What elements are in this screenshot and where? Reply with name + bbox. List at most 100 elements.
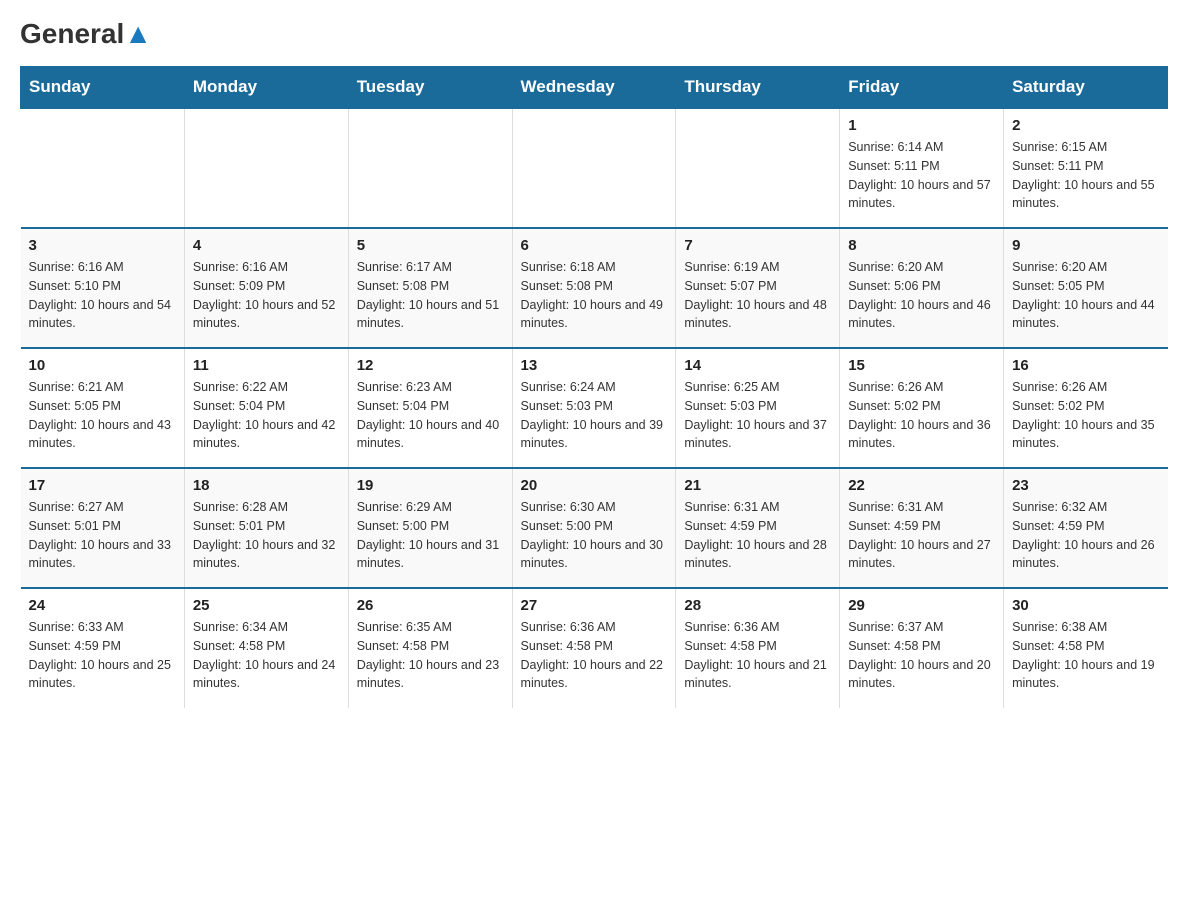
calendar-cell: 27Sunrise: 6:36 AMSunset: 4:58 PMDayligh… bbox=[512, 588, 676, 708]
day-info: Sunrise: 6:18 AMSunset: 5:08 PMDaylight:… bbox=[521, 258, 668, 333]
day-info: Sunrise: 6:30 AMSunset: 5:00 PMDaylight:… bbox=[521, 498, 668, 573]
calendar-cell: 15 Sunrise: 6:26 AMSunset: 5:02 PMDayligh… bbox=[840, 348, 1004, 468]
day-number: 21 bbox=[684, 477, 831, 494]
calendar-cell: 21 Sunrise: 6:31 AMSunset: 4:59 PMDayligh… bbox=[676, 468, 840, 588]
calendar-cell: 20 Sunrise: 6:30 AMSunset: 5:00 PMDayligh… bbox=[512, 468, 676, 588]
day-info: Sunrise: 6:19 AMSunset: 5:07 PMDaylight:… bbox=[684, 258, 831, 333]
calendar-cell: 22 Sunrise: 6:31 AMSunset: 4:59 PMDayligh… bbox=[840, 468, 1004, 588]
calendar-cell bbox=[21, 108, 185, 228]
day-info: Sunrise: 6:29 AMSunset: 5:00 PMDaylight:… bbox=[357, 498, 504, 573]
weekday-header-sunday: Sunday bbox=[21, 67, 185, 109]
day-number: 4 bbox=[193, 237, 340, 254]
calendar-cell: 2 Sunrise: 6:15 AMSunset: 5:11 PMDaylight… bbox=[1004, 108, 1168, 228]
calendar-cell: 11 Sunrise: 6:22 AMSunset: 5:04 PMDayligh… bbox=[184, 348, 348, 468]
week-row-3: 10 Sunrise: 6:21 AMSunset: 5:05 PMDayligh… bbox=[21, 348, 1168, 468]
calendar-cell: 18 Sunrise: 6:28 AMSunset: 5:01 PMDayligh… bbox=[184, 468, 348, 588]
calendar-cell: 12 Sunrise: 6:23 AMSunset: 5:04 PMDayligh… bbox=[348, 348, 512, 468]
day-number: 16 bbox=[1012, 357, 1159, 374]
calendar-cell: 10 Sunrise: 6:21 AMSunset: 5:05 PMDayligh… bbox=[21, 348, 185, 468]
calendar-cell bbox=[184, 108, 348, 228]
week-row-5: 24 Sunrise: 6:33 AMSunset: 4:59 PMDayligh… bbox=[21, 588, 1168, 708]
calendar-cell: 8 Sunrise: 6:20 AMSunset: 5:06 PMDaylight… bbox=[840, 228, 1004, 348]
calendar-cell bbox=[676, 108, 840, 228]
day-info: Sunrise: 6:33 AMSunset: 4:59 PMDaylight:… bbox=[29, 618, 176, 693]
day-info: Sunrise: 6:16 AMSunset: 5:09 PMDaylight:… bbox=[193, 258, 340, 333]
day-number: 9 bbox=[1012, 237, 1159, 254]
day-info: Sunrise: 6:21 AMSunset: 5:05 PMDaylight:… bbox=[29, 378, 176, 453]
day-number: 20 bbox=[521, 477, 668, 494]
day-number: 2 bbox=[1012, 117, 1159, 134]
day-info: Sunrise: 6:20 AMSunset: 5:05 PMDaylight:… bbox=[1012, 258, 1159, 333]
calendar-cell: 4 Sunrise: 6:16 AMSunset: 5:09 PMDaylight… bbox=[184, 228, 348, 348]
day-info: Sunrise: 6:25 AMSunset: 5:03 PMDaylight:… bbox=[684, 378, 831, 453]
day-info: Sunrise: 6:28 AMSunset: 5:01 PMDaylight:… bbox=[193, 498, 340, 573]
calendar-cell: 30 Sunrise: 6:38 AMSunset: 4:58 PMDayligh… bbox=[1004, 588, 1168, 708]
day-number: 19 bbox=[357, 477, 504, 494]
day-number: 13 bbox=[521, 357, 668, 374]
day-number: 28 bbox=[684, 597, 831, 614]
day-info: Sunrise: 6:35 AMSunset: 4:58 PMDaylight:… bbox=[357, 618, 504, 693]
calendar-cell: 7Sunrise: 6:19 AMSunset: 5:07 PMDaylight… bbox=[676, 228, 840, 348]
calendar-cell: 25 Sunrise: 6:34 AMSunset: 4:58 PMDayligh… bbox=[184, 588, 348, 708]
day-number: 8 bbox=[848, 237, 995, 254]
day-number: 26 bbox=[357, 597, 504, 614]
day-number: 11 bbox=[193, 357, 340, 374]
weekday-header-friday: Friday bbox=[840, 67, 1004, 109]
weekday-header-tuesday: Tuesday bbox=[348, 67, 512, 109]
weekday-header-wednesday: Wednesday bbox=[512, 67, 676, 109]
calendar-cell: 13 Sunrise: 6:24 AMSunset: 5:03 PMDayligh… bbox=[512, 348, 676, 468]
calendar-cell: 6 Sunrise: 6:18 AMSunset: 5:08 PMDaylight… bbox=[512, 228, 676, 348]
day-info: Sunrise: 6:23 AMSunset: 5:04 PMDaylight:… bbox=[357, 378, 504, 453]
day-number: 14 bbox=[684, 357, 831, 374]
calendar-cell: 14 Sunrise: 6:25 AMSunset: 5:03 PMDayligh… bbox=[676, 348, 840, 468]
weekday-header-saturday: Saturday bbox=[1004, 67, 1168, 109]
day-info: Sunrise: 6:14 AMSunset: 5:11 PMDaylight:… bbox=[848, 138, 995, 213]
day-info: Sunrise: 6:22 AMSunset: 5:04 PMDaylight:… bbox=[193, 378, 340, 453]
day-info: Sunrise: 6:36 AMSunset: 4:58 PMDaylight:… bbox=[684, 618, 831, 693]
day-info: Sunrise: 6:20 AMSunset: 5:06 PMDaylight:… bbox=[848, 258, 995, 333]
calendar-table: SundayMondayTuesdayWednesdayThursdayFrid… bbox=[20, 66, 1168, 708]
day-number: 18 bbox=[193, 477, 340, 494]
day-number: 22 bbox=[848, 477, 995, 494]
calendar-cell: 16 Sunrise: 6:26 AMSunset: 5:02 PMDayligh… bbox=[1004, 348, 1168, 468]
calendar-cell: 23 Sunrise: 6:32 AMSunset: 4:59 PMDayligh… bbox=[1004, 468, 1168, 588]
day-number: 23 bbox=[1012, 477, 1159, 494]
day-info: Sunrise: 6:24 AMSunset: 5:03 PMDaylight:… bbox=[521, 378, 668, 453]
calendar-cell bbox=[512, 108, 676, 228]
day-number: 25 bbox=[193, 597, 340, 614]
day-number: 17 bbox=[29, 477, 176, 494]
week-row-1: 1 Sunrise: 6:14 AMSunset: 5:11 PMDaylight… bbox=[21, 108, 1168, 228]
day-info: Sunrise: 6:27 AMSunset: 5:01 PMDaylight:… bbox=[29, 498, 176, 573]
day-number: 6 bbox=[521, 237, 668, 254]
day-info: Sunrise: 6:16 AMSunset: 5:10 PMDaylight:… bbox=[29, 258, 176, 333]
day-number: 12 bbox=[357, 357, 504, 374]
calendar-cell: 28 Sunrise: 6:36 AMSunset: 4:58 PMDayligh… bbox=[676, 588, 840, 708]
calendar-cell: 9 Sunrise: 6:20 AMSunset: 5:05 PMDaylight… bbox=[1004, 228, 1168, 348]
weekday-header-monday: Monday bbox=[184, 67, 348, 109]
logo-top: General▲ bbox=[20, 20, 152, 48]
weekday-header-row: SundayMondayTuesdayWednesdayThursdayFrid… bbox=[21, 67, 1168, 109]
day-info: Sunrise: 6:36 AMSunset: 4:58 PMDaylight:… bbox=[521, 618, 668, 693]
day-info: Sunrise: 6:26 AMSunset: 5:02 PMDaylight:… bbox=[848, 378, 995, 453]
calendar-cell: 17 Sunrise: 6:27 AMSunset: 5:01 PMDayligh… bbox=[21, 468, 185, 588]
calendar-cell: 26 Sunrise: 6:35 AMSunset: 4:58 PMDayligh… bbox=[348, 588, 512, 708]
day-info: Sunrise: 6:37 AMSunset: 4:58 PMDaylight:… bbox=[848, 618, 995, 693]
day-info: Sunrise: 6:32 AMSunset: 4:59 PMDaylight:… bbox=[1012, 498, 1159, 573]
day-number: 10 bbox=[29, 357, 176, 374]
day-info: Sunrise: 6:26 AMSunset: 5:02 PMDaylight:… bbox=[1012, 378, 1159, 453]
week-row-4: 17 Sunrise: 6:27 AMSunset: 5:01 PMDayligh… bbox=[21, 468, 1168, 588]
day-info: Sunrise: 6:34 AMSunset: 4:58 PMDaylight:… bbox=[193, 618, 340, 693]
day-info: Sunrise: 6:38 AMSunset: 4:58 PMDaylight:… bbox=[1012, 618, 1159, 693]
logo: General▲ bbox=[20, 20, 152, 46]
day-number: 24 bbox=[29, 597, 176, 614]
day-number: 1 bbox=[848, 117, 995, 134]
calendar-cell: 3 Sunrise: 6:16 AMSunset: 5:10 PMDaylight… bbox=[21, 228, 185, 348]
day-number: 5 bbox=[357, 237, 504, 254]
day-info: Sunrise: 6:31 AMSunset: 4:59 PMDaylight:… bbox=[848, 498, 995, 573]
day-number: 30 bbox=[1012, 597, 1159, 614]
day-number: 3 bbox=[29, 237, 176, 254]
day-number: 15 bbox=[848, 357, 995, 374]
day-info: Sunrise: 6:31 AMSunset: 4:59 PMDaylight:… bbox=[684, 498, 831, 573]
day-info: Sunrise: 6:15 AMSunset: 5:11 PMDaylight:… bbox=[1012, 138, 1159, 213]
day-number: 29 bbox=[848, 597, 995, 614]
